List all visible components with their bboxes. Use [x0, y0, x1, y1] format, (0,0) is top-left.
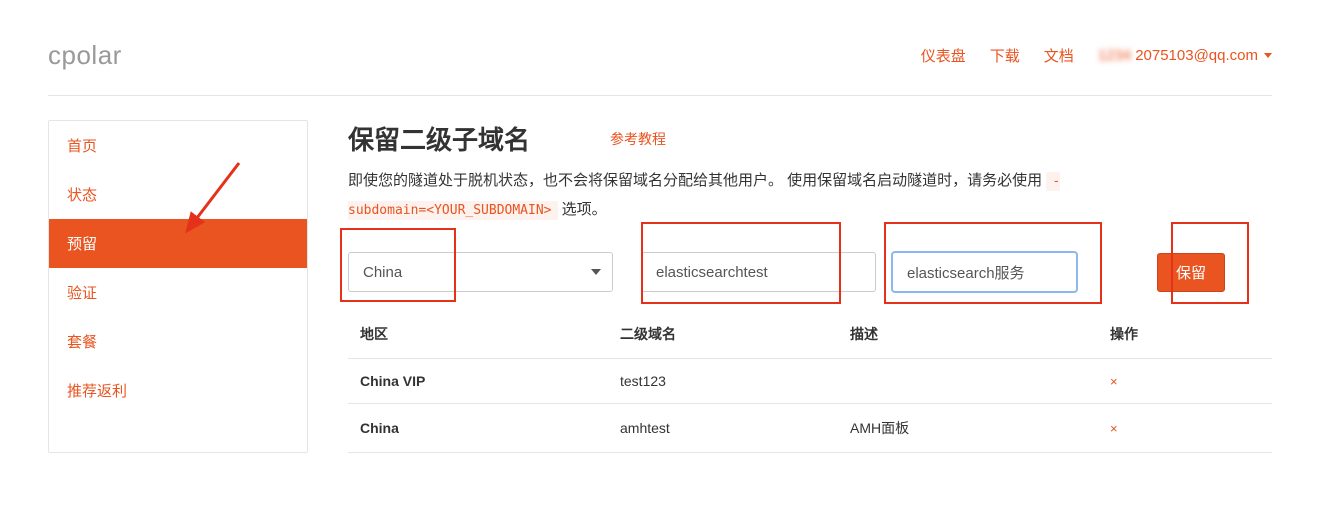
desc-text-prefix: 即使您的隧道处于脱机状态，也不会将保留域名分配给其他用户。 使用保留域名启动隧道…: [348, 172, 1046, 189]
region-select[interactable]: China: [348, 252, 613, 292]
col-region: 地区: [360, 324, 620, 344]
nav-docs[interactable]: 文档: [1044, 45, 1074, 66]
delete-icon[interactable]: ×: [1110, 374, 1118, 389]
chevron-down-icon: [1264, 53, 1272, 58]
subdomain-input[interactable]: [641, 252, 876, 292]
sidebar-item-verify[interactable]: 验证: [49, 268, 307, 317]
desc-text-suffix: 选项。: [562, 201, 607, 218]
sidebar-item-label: 套餐: [67, 334, 97, 351]
reserved-table: 地区 二级域名 描述 操作 China VIP test123 × China …: [348, 310, 1272, 453]
brand-logo: cpolar: [48, 40, 122, 71]
description-input[interactable]: [892, 252, 1077, 292]
col-description: 描述: [850, 324, 1110, 344]
user-email-tail: 2075103@qq.com: [1135, 47, 1258, 64]
reserve-button[interactable]: 保留: [1157, 253, 1225, 292]
sidebar-item-label: 推荐返利: [67, 383, 127, 400]
sidebar-item-reserve[interactable]: 预留: [49, 219, 307, 268]
delete-icon[interactable]: ×: [1110, 421, 1118, 436]
nav-user-menu[interactable]: 1234 2075103@qq.com: [1098, 47, 1272, 64]
sidebar-item-label: 首页: [67, 138, 97, 155]
sidebar-item-referral[interactable]: 推荐返利: [49, 366, 307, 415]
top-nav: 仪表盘 下载 文档 1234 2075103@qq.com: [921, 45, 1272, 66]
nav-dashboard[interactable]: 仪表盘: [921, 45, 966, 66]
sidebar-item-plan[interactable]: 套餐: [49, 317, 307, 366]
reserve-form: China 保留: [348, 252, 1272, 292]
cell-description: AMH面板: [850, 418, 1110, 438]
sidebar-item-home[interactable]: 首页: [49, 121, 307, 170]
cell-subdomain: amhtest: [620, 420, 850, 436]
col-action: 操作: [1110, 324, 1260, 344]
sidebar-item-label: 状态: [67, 187, 97, 204]
reference-tutorial-link[interactable]: 参考教程: [610, 129, 666, 149]
sidebar-item-label: 预留: [67, 236, 97, 253]
table-header-row: 地区 二级域名 描述 操作: [348, 310, 1272, 359]
table-row: China VIP test123 ×: [348, 359, 1272, 404]
sidebar-item-label: 验证: [67, 285, 97, 302]
page-description: 即使您的隧道处于脱机状态，也不会将保留域名分配给其他用户。 使用保留域名启动隧道…: [348, 167, 1068, 224]
cell-region: China: [360, 420, 620, 436]
cell-subdomain: test123: [620, 373, 850, 389]
sidebar-item-status[interactable]: 状态: [49, 170, 307, 219]
nav-download[interactable]: 下载: [990, 45, 1020, 66]
table-row: China amhtest AMH面板 ×: [348, 404, 1272, 453]
user-email-blurred: 1234: [1098, 47, 1131, 64]
sidebar: 首页 状态 预留 验证 套餐 推荐返利: [48, 120, 308, 453]
cell-region: China VIP: [360, 373, 620, 389]
page-title: 保留二级子域名: [348, 120, 530, 157]
main-content: 保留二级子域名 参考教程 即使您的隧道处于脱机状态，也不会将保留域名分配给其他用…: [348, 120, 1272, 453]
header: cpolar 仪表盘 下载 文档 1234 2075103@qq.com: [48, 40, 1272, 96]
col-subdomain: 二级域名: [620, 324, 850, 344]
